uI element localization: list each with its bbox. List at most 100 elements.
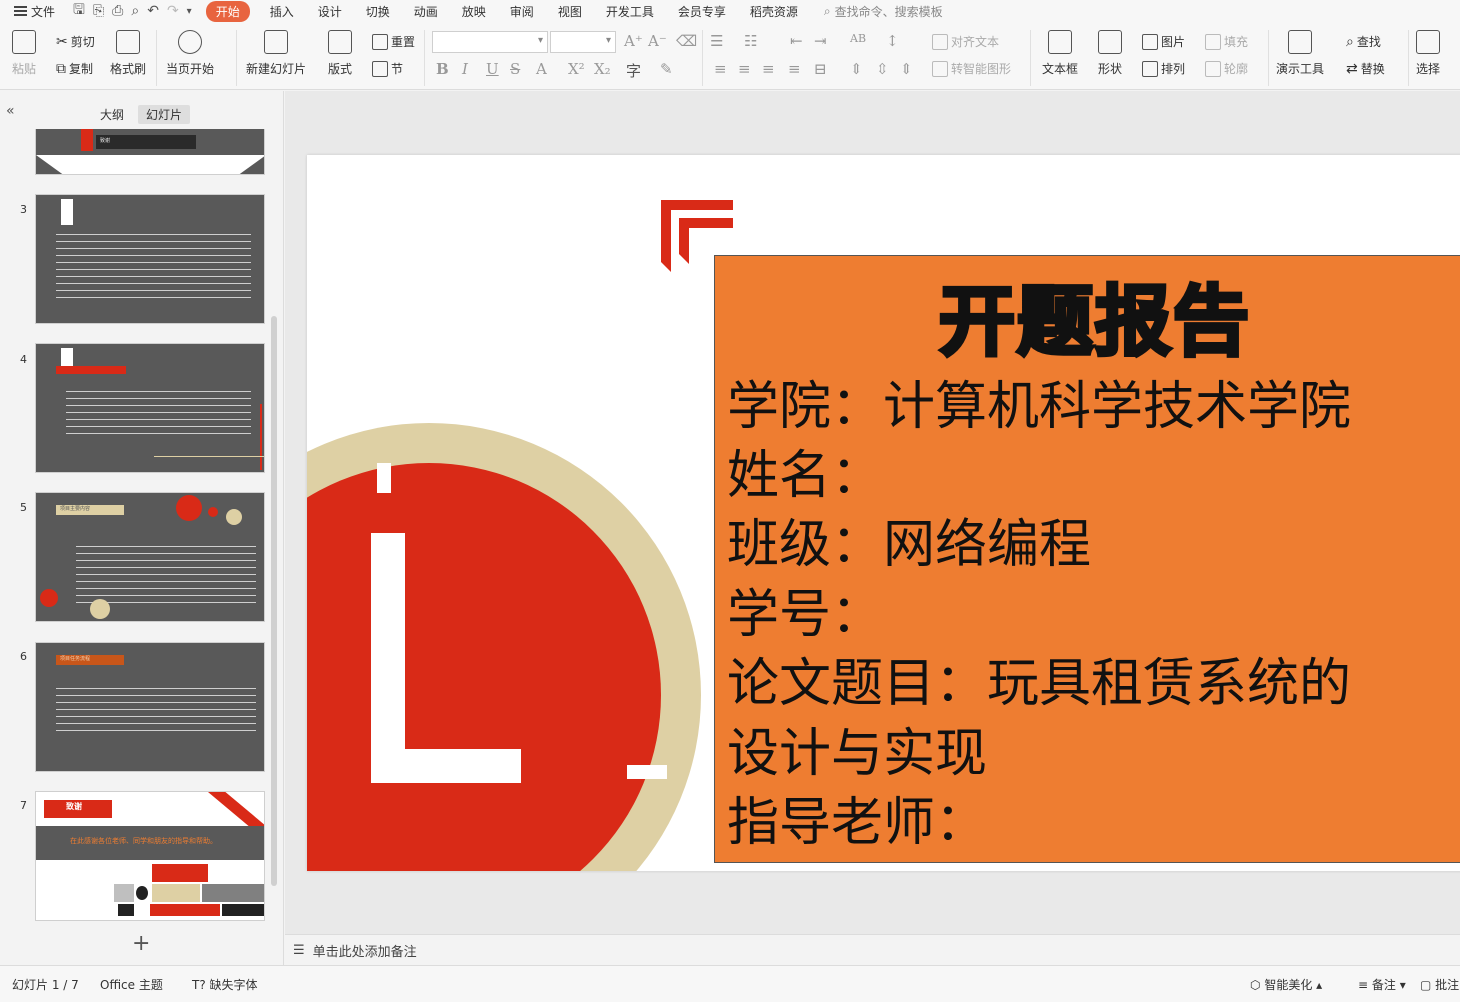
select-button[interactable]: 选择 — [1416, 30, 1440, 77]
slide-thumbnail-4[interactable] — [35, 343, 265, 473]
title-textbox[interactable]: 开题报告 学院：计算机科学技术学院 姓名： 班级：网络编程 学号： 论文题目：玩… — [714, 255, 1460, 863]
arrange-button[interactable]: 排列 — [1142, 60, 1185, 77]
tab-slideshow[interactable]: 放映 — [450, 1, 498, 22]
font-color-icon[interactable]: A — [536, 60, 547, 78]
bold-icon[interactable]: B — [436, 60, 449, 78]
brush-icon — [116, 30, 140, 54]
save-icon[interactable]: 🖫 — [73, 0, 85, 23]
undo-icon[interactable]: ↶ — [147, 3, 159, 19]
slide-thumbnail-7[interactable]: 致谢 在此感谢各位老师、同学和朋友的指导和帮助。 — [35, 791, 265, 921]
pinyin-icon[interactable]: 字 — [626, 60, 641, 81]
thumbnail-scrollbar[interactable] — [271, 316, 277, 886]
slide-thumbnail-2[interactable]: 致谢 — [35, 129, 265, 175]
print-icon[interactable]: ⎙ — [112, 3, 123, 19]
superscript-icon[interactable]: X² — [568, 60, 585, 78]
customize-arrow-icon[interactable]: ▾ — [187, 6, 192, 17]
format-painter-button[interactable]: 格式刷 — [110, 30, 146, 77]
reset-icon — [372, 33, 388, 50]
tab-animation[interactable]: 动画 — [402, 1, 450, 22]
export-icon[interactable]: ⎘ — [93, 3, 104, 19]
align-right-icon[interactable]: ≡ — [762, 60, 775, 78]
bullets-icon[interactable]: ☰ — [710, 32, 723, 50]
to-smartart-button[interactable]: 转智能图形 — [932, 60, 1011, 77]
decrease-indent-icon[interactable]: ⇤ — [790, 32, 803, 50]
align-left-icon[interactable]: ≡ — [714, 60, 727, 78]
italic-icon[interactable]: I — [462, 60, 468, 78]
distribute-icon[interactable]: ⊟ — [814, 60, 827, 78]
copy-button[interactable]: ⧉ 复制 — [56, 60, 93, 77]
para-spacing-icon[interactable]: ⇳ — [876, 60, 889, 78]
align-center-icon[interactable]: ≡ — [738, 60, 751, 78]
numbering-icon[interactable]: ☷ — [744, 32, 757, 50]
spacing-icon[interactable]: ⇕ — [900, 60, 913, 78]
add-slide-icon[interactable]: + — [132, 931, 150, 956]
tab-insert[interactable]: 插入 — [258, 1, 306, 22]
thumb-dot — [90, 599, 110, 619]
tab-transition[interactable]: 切换 — [354, 1, 402, 22]
font-family-select[interactable] — [432, 31, 548, 53]
shape-button[interactable]: 形状 — [1098, 30, 1122, 77]
column-icon[interactable]: ⇕ — [850, 60, 863, 78]
align-text-button[interactable]: 对齐文本 — [932, 33, 999, 50]
picture-button[interactable]: 图片 — [1142, 33, 1185, 50]
preview-icon[interactable]: ⌕ — [131, 3, 139, 19]
redo-icon[interactable]: ↷ — [167, 3, 179, 19]
slide-thumbnail-3[interactable] — [35, 194, 265, 324]
find-button[interactable]: ⌕ 查找 — [1346, 33, 1381, 50]
outline-button[interactable]: 轮廓 — [1205, 60, 1248, 77]
cut-button[interactable]: ✂ 剪切 — [56, 33, 95, 50]
tab-home[interactable]: 开始 — [205, 0, 250, 22]
strikethrough-icon[interactable]: S — [510, 60, 520, 78]
tab-view[interactable]: 视图 — [546, 1, 594, 22]
notes-toggle-label: 备注 — [1371, 978, 1396, 992]
tab-design[interactable]: 设计 — [306, 1, 354, 22]
presentation-tools-button[interactable]: 演示工具 — [1276, 30, 1324, 77]
copy-icon: ⧉ — [56, 60, 66, 77]
missing-font-button[interactable]: T? 缺失字体 — [192, 976, 258, 993]
thumb-red-bar — [56, 366, 126, 374]
text-direction-icon[interactable]: AB — [850, 32, 866, 45]
thumb-block — [150, 904, 220, 916]
textbox-button[interactable]: 文本框 — [1042, 30, 1078, 77]
thumb-label: 项目任务流程 — [60, 656, 91, 662]
tab-slides[interactable]: 幻灯片 — [138, 105, 191, 124]
line-spacing-icon[interactable]: ↕ — [886, 32, 899, 50]
smart-beautify-button[interactable]: ⬡ 智能美化 ▴ — [1250, 976, 1322, 993]
tab-developer[interactable]: 开发工具 — [594, 1, 666, 22]
font-size-select[interactable] — [550, 31, 616, 53]
shrink-font-icon[interactable]: A⁻ — [648, 32, 667, 50]
notes-bar[interactable]: ☰ 单击此处添加备注 — [285, 934, 1460, 965]
subscript-icon[interactable]: X₂ — [594, 60, 611, 78]
underline-icon[interactable]: U — [486, 60, 499, 78]
play-from-current-button[interactable]: 当页开始 — [166, 30, 214, 77]
slide-thumbnail-5[interactable]: 项目主要内容 — [35, 492, 265, 622]
theme-name[interactable]: Office 主题 — [100, 976, 163, 993]
command-search[interactable]: ⌕ 查找命令、搜索模板 — [824, 3, 943, 20]
replace-button[interactable]: ⇄ 替换 — [1346, 60, 1385, 77]
increase-indent-icon[interactable]: ⇥ — [814, 32, 827, 50]
comments-button[interactable]: ▢ 批注 — [1420, 976, 1459, 993]
layout-button[interactable]: 版式 — [328, 30, 352, 77]
slide-canvas[interactable]: 开题报告 学院：计算机科学技术学院 姓名： 班级：网络编程 学号： 论文题目：玩… — [307, 155, 1460, 871]
reset-button[interactable]: 重置 — [372, 33, 415, 50]
notes-toggle-button[interactable]: ≡ 备注 ▾ — [1358, 976, 1406, 993]
grow-font-icon[interactable]: A⁺ — [624, 32, 643, 50]
new-slide-button[interactable]: 新建幻灯片 — [246, 30, 306, 77]
letter-l-vertical — [371, 533, 405, 783]
tab-review[interactable]: 审阅 — [498, 1, 546, 22]
section-button[interactable]: 节 — [372, 60, 403, 77]
file-menu[interactable]: 文件 — [0, 3, 63, 20]
new-slide-label: 新建幻灯片 — [246, 62, 307, 76]
fill-button[interactable]: 填充 — [1205, 33, 1248, 50]
highlight-icon[interactable]: ✎ — [660, 60, 673, 78]
collapse-pane-icon[interactable]: « — [6, 103, 15, 119]
search-icon: ⌕ — [823, 3, 831, 18]
slide-thumbnail-6[interactable]: 项目任务流程 — [35, 642, 265, 772]
tab-outline[interactable]: 大纲 — [92, 105, 132, 124]
tab-docer[interactable]: 稻壳资源 — [738, 1, 810, 22]
clear-format-icon[interactable]: ⌫ — [676, 32, 697, 50]
cut-label: 剪切 — [70, 35, 95, 49]
paste-button[interactable]: 粘贴 — [12, 30, 36, 77]
justify-icon[interactable]: ≡ — [788, 60, 801, 78]
tab-member[interactable]: 会员专享 — [666, 1, 738, 22]
